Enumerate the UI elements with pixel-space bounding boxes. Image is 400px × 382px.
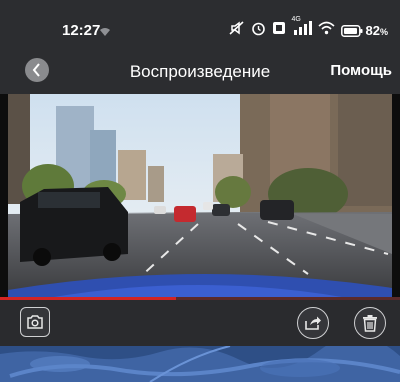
mute-icon — [228, 20, 245, 41]
camera-icon — [27, 315, 43, 329]
nfc-icon — [272, 21, 286, 40]
status-time: 12:27 — [62, 22, 101, 39]
video-player[interactable] — [0, 94, 400, 298]
share-button[interactable] — [297, 307, 329, 339]
battery-indicator: 82% — [340, 23, 388, 38]
trash-icon — [363, 315, 377, 332]
help-link[interactable]: Помощь — [330, 62, 392, 79]
battery-unit: % — [379, 27, 388, 37]
snapshot-button[interactable] — [20, 307, 50, 337]
share-icon — [305, 316, 321, 330]
alarm-icon — [251, 21, 266, 41]
signal-icon: 4G — [292, 16, 312, 40]
battery-percent: 82 — [365, 23, 380, 38]
map-tiles — [0, 346, 400, 382]
route-map[interactable] — [0, 346, 400, 382]
app-header: Воспроизведение Помощь — [0, 50, 400, 94]
battery-icon — [340, 24, 363, 37]
network-label: 4G — [291, 16, 301, 23]
status-bar: 12:27 4G 82% — [0, 0, 400, 50]
wifi-small-icon — [99, 24, 111, 42]
delete-button[interactable] — [354, 307, 386, 339]
player-controls — [0, 300, 400, 346]
status-icons: 4G 82% — [228, 16, 388, 41]
wifi-icon — [317, 21, 335, 40]
dashcam-video-frame — [8, 94, 392, 298]
